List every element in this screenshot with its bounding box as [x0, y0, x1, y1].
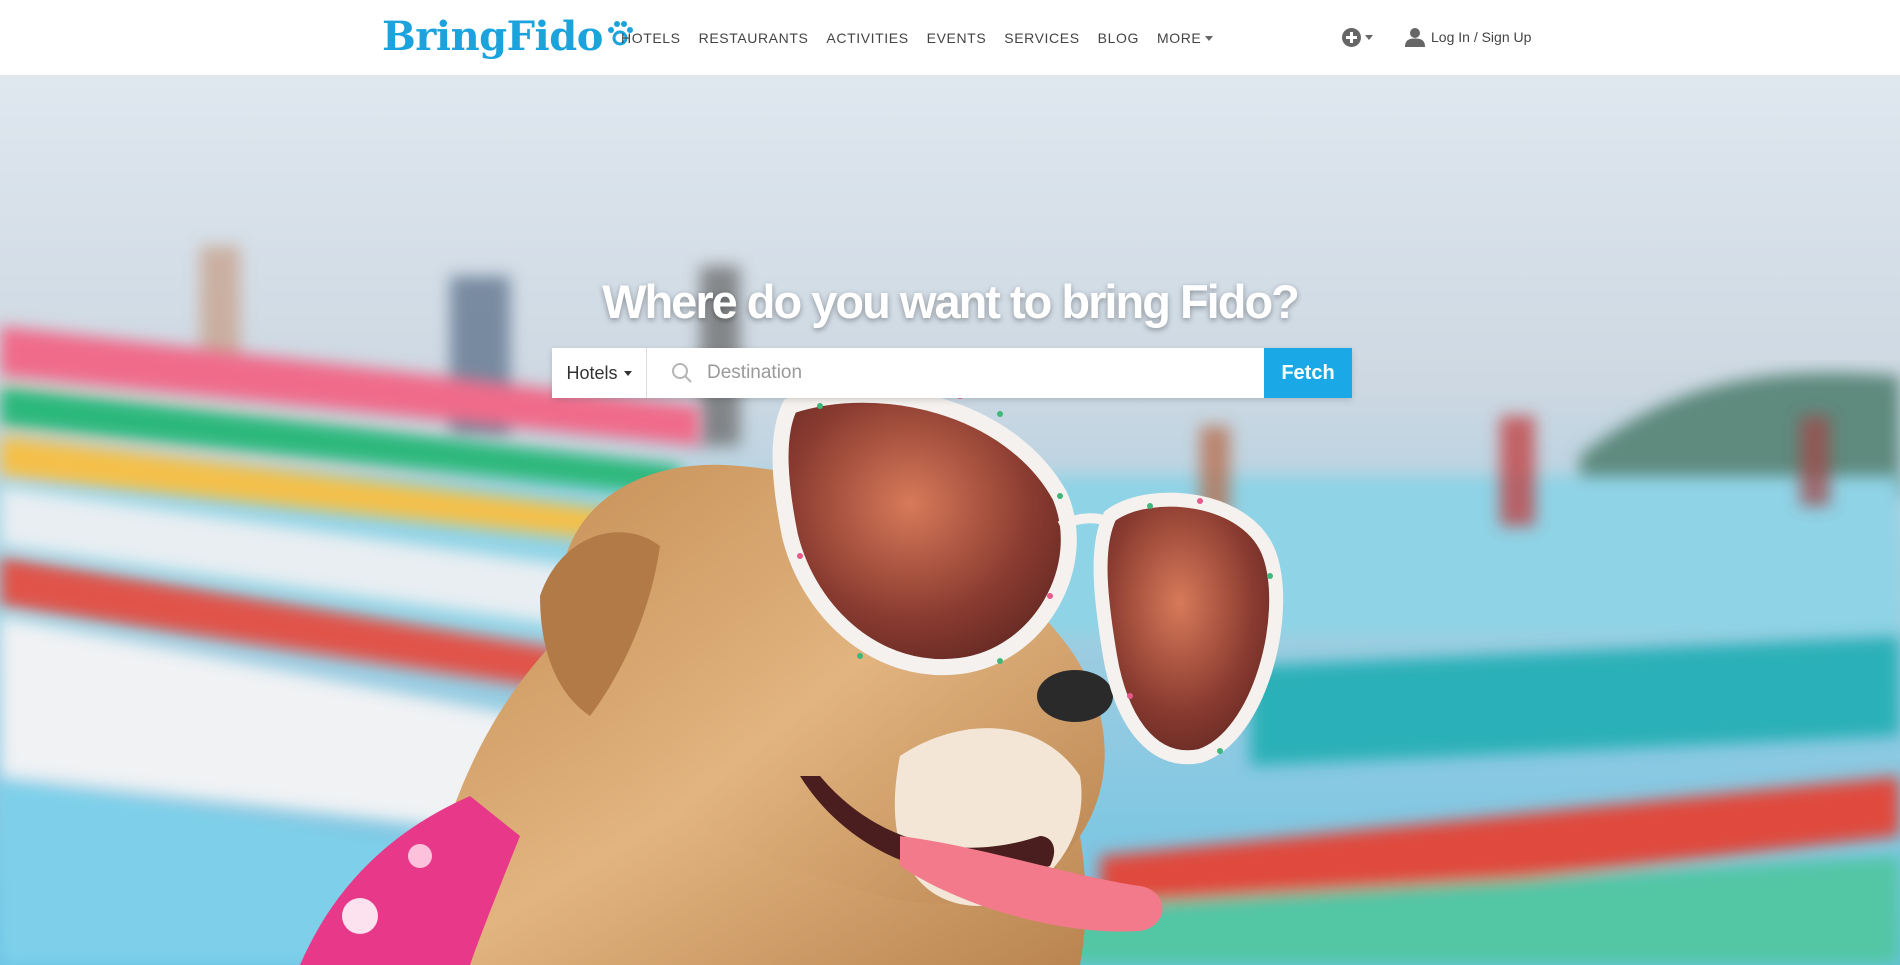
search-type-label: Hotels — [566, 362, 618, 383]
nav-restaurants[interactable]: RESTAURANTS — [699, 30, 809, 46]
nav-hotels[interactable]: HOTELS — [621, 30, 681, 46]
nav-more[interactable]: MORE — [1156, 30, 1214, 46]
user-icon — [1405, 28, 1425, 47]
login-signup-link[interactable]: Log In / Sign Up — [1404, 26, 1531, 48]
logo-text: BringFido — [382, 13, 603, 60]
chevron-down-icon — [623, 370, 632, 376]
main-nav: HOTELS RESTAURANTS ACTIVITIES EVENTS SER… — [621, 0, 1231, 76]
nav-more-label: MORE — [1156, 30, 1202, 46]
plus-circle-icon — [1342, 28, 1361, 47]
nav-services[interactable]: SERVICES — [1004, 30, 1079, 46]
nav-events[interactable]: EVENTS — [927, 30, 987, 46]
login-label: Log In / Sign Up — [1431, 29, 1532, 45]
search-bar: Hotels Fetch — [552, 348, 1352, 398]
search-type-dropdown[interactable]: Hotels — [552, 348, 647, 398]
hero-image — [0, 76, 1900, 965]
chevron-down-icon — [1205, 35, 1214, 41]
fetch-button[interactable]: Fetch — [1264, 348, 1352, 398]
hero-section: Where do you want to bring Fido? Hotels … — [0, 76, 1900, 965]
destination-input[interactable] — [707, 349, 1264, 397]
site-header: BringFido HOTELS RESTAURANTS ACTIVITIES … — [0, 0, 1900, 76]
chevron-down-icon — [1365, 35, 1373, 40]
destination-field-wrap — [647, 348, 1264, 398]
bringfido-logo[interactable]: BringFido — [382, 14, 635, 60]
add-menu-button[interactable] — [1342, 28, 1373, 47]
nav-blog[interactable]: BLOG — [1098, 30, 1139, 46]
nav-activities[interactable]: ACTIVITIES — [826, 30, 908, 46]
hero-headline: Where do you want to bring Fido? — [602, 275, 1300, 328]
search-icon — [672, 363, 692, 383]
